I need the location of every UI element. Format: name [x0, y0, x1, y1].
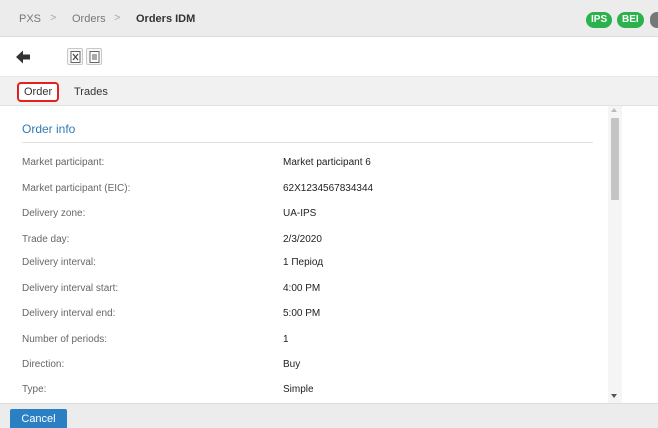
- field-value: 4:00 PM: [283, 283, 321, 294]
- toolbar: [0, 37, 658, 77]
- scroll-up-icon[interactable]: [611, 108, 617, 112]
- field-label: Delivery zone:: [22, 208, 86, 219]
- excel-export-icon[interactable]: [67, 48, 83, 65]
- field-label: Number of periods:: [22, 334, 108, 345]
- order-info-panel: Order info Market participant: Market pa…: [0, 106, 608, 403]
- field-value: Market participant 6: [283, 157, 371, 168]
- breadcrumb-separator: >: [50, 12, 57, 24]
- divider: [22, 142, 593, 143]
- arrow-left-icon[interactable]: [14, 48, 32, 66]
- vertical-scrollbar[interactable]: [608, 106, 622, 403]
- field-label: Direction:: [22, 359, 65, 370]
- footer-bar: Cancel: [0, 403, 658, 428]
- user-badge-icon[interactable]: [650, 12, 658, 28]
- field-value: Buy: [283, 359, 301, 370]
- cancel-button[interactable]: Cancel: [10, 409, 67, 428]
- tab-bar: Order Trades: [0, 77, 658, 106]
- field-label: Trade day:: [22, 234, 70, 245]
- field-value: Simple: [283, 384, 314, 395]
- tab-trades[interactable]: Trades: [74, 83, 108, 101]
- breadcrumb-current: Orders IDM: [136, 13, 196, 25]
- field-value: UA-IPS: [283, 208, 317, 219]
- scrollbar-thumb[interactable]: [611, 118, 619, 200]
- field-value: 5:00 PM: [283, 308, 321, 319]
- field-value: 1 Період: [283, 257, 324, 268]
- field-label: Delivery interval end:: [22, 308, 116, 319]
- field-value: 2/3/2020: [283, 234, 322, 245]
- field-value: 62X1234567834344: [283, 183, 374, 194]
- section-title: Order info: [22, 122, 76, 136]
- field-label: Delivery interval:: [22, 257, 96, 268]
- field-value: 1: [283, 334, 289, 345]
- document-export-icon[interactable]: [86, 48, 102, 65]
- scroll-down-icon[interactable]: [611, 394, 617, 398]
- breadcrumb-pxs[interactable]: PXS: [19, 13, 41, 25]
- field-label: Type:: [22, 384, 47, 395]
- field-label: Market participant:: [22, 157, 105, 168]
- breadcrumb-orders[interactable]: Orders: [72, 13, 106, 25]
- field-label: Delivery interval start:: [22, 283, 119, 294]
- tab-order[interactable]: Order: [17, 82, 60, 102]
- field-label: Market participant (EIC):: [22, 183, 131, 194]
- header-bar: PXS > Orders > Orders IDM IPS BEI: [0, 0, 658, 37]
- right-gutter: [622, 106, 658, 403]
- bei-badge[interactable]: BEI: [617, 12, 644, 28]
- ips-badge[interactable]: IPS: [586, 12, 613, 28]
- breadcrumb-separator: >: [114, 12, 121, 24]
